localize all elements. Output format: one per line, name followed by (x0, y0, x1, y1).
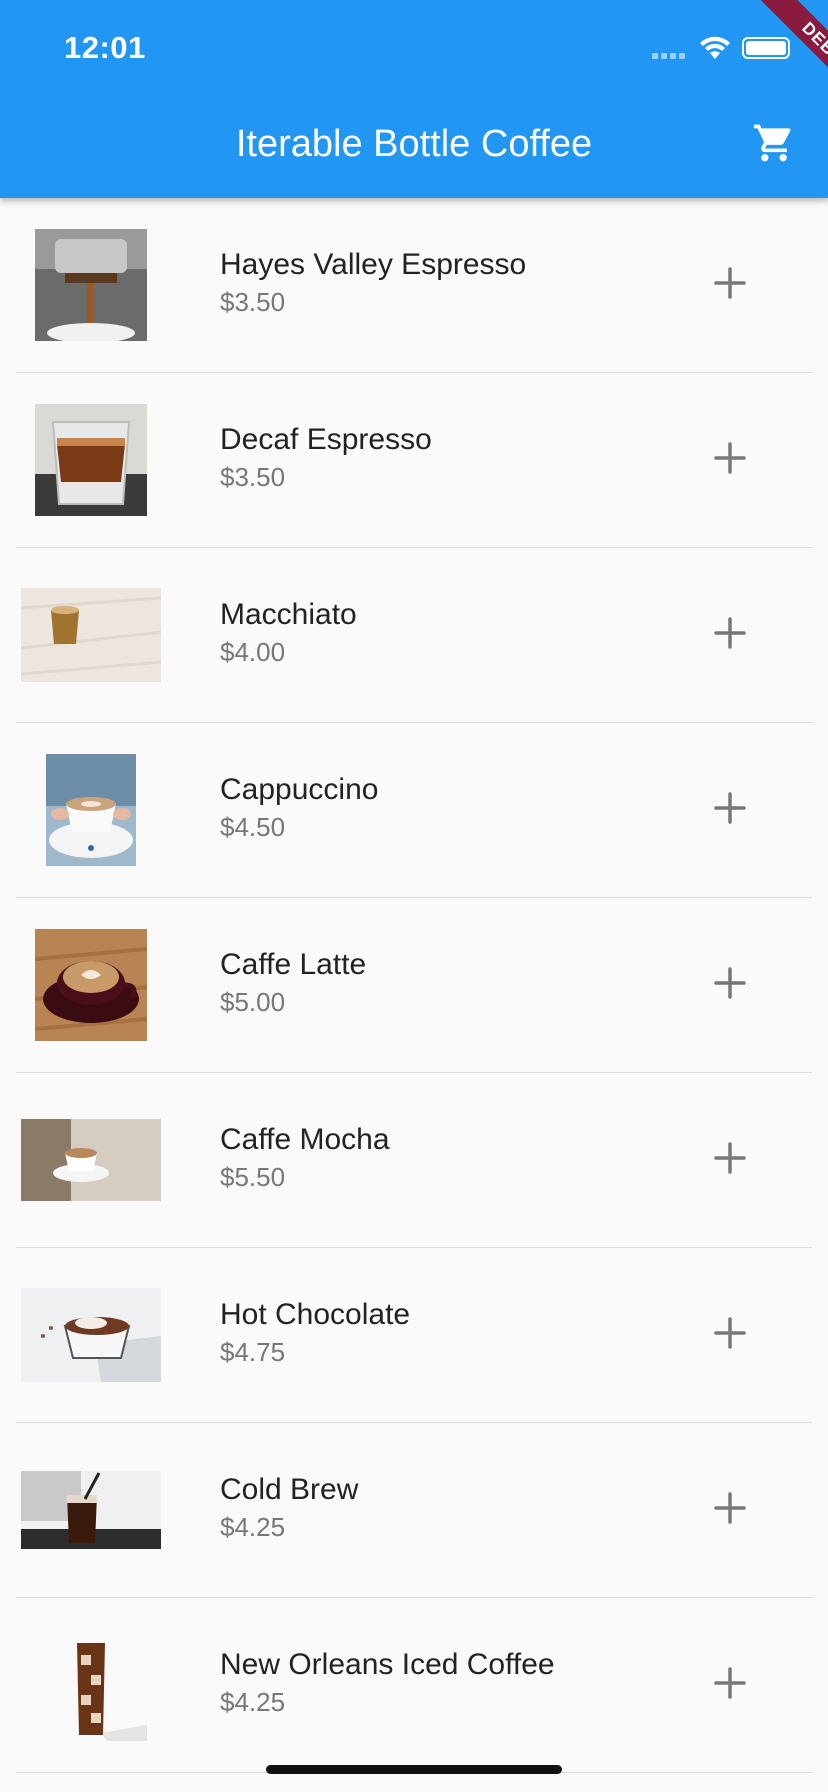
product-list: Hayes Valley Espresso $3.50 Decaf Espres… (0, 198, 828, 1773)
add-icon[interactable] (708, 786, 752, 830)
list-item[interactable]: Caffe Latte $5.00 (16, 898, 812, 1073)
product-name: Cold Brew (220, 1473, 359, 1506)
hot-chocolate-photo (21, 1288, 161, 1382)
product-image (16, 1423, 166, 1597)
caffe-latte-photo (35, 929, 147, 1041)
product-price: $5.00 (220, 987, 286, 1017)
product-image (16, 373, 166, 547)
battery-icon (742, 37, 790, 59)
product-price: $5.50 (220, 1162, 286, 1192)
list-item[interactable]: Caffe Mocha $5.50 (16, 1073, 812, 1248)
product-price: $4.75 (220, 1337, 286, 1367)
list-item[interactable]: Cold Brew $4.25 (16, 1423, 812, 1598)
product-price: $3.50 (220, 287, 286, 317)
list-item[interactable]: Hayes Valley Espresso $3.50 (16, 198, 812, 373)
status-time: 12:01 (64, 30, 146, 65)
home-indicator[interactable] (266, 1765, 562, 1774)
product-price: $4.25 (220, 1512, 286, 1542)
page-title: Iterable Bottle Coffee (235, 123, 593, 165)
decaf-espresso-photo (35, 404, 147, 516)
list-item[interactable]: New Orleans Iced Coffee $4.25 (16, 1598, 812, 1773)
debug-banner: DEBUG (748, 0, 828, 129)
product-image (16, 548, 166, 722)
cappuccino-photo (46, 754, 136, 866)
product-name: Cappuccino (220, 773, 379, 806)
list-item[interactable]: Macchiato $4.00 (16, 548, 812, 723)
list-item[interactable]: Hot Chocolate $4.75 (16, 1248, 812, 1423)
product-name: New Orleans Iced Coffee (220, 1648, 555, 1681)
add-icon[interactable] (708, 961, 752, 1005)
product-image (16, 1598, 166, 1772)
add-icon[interactable] (708, 1136, 752, 1180)
add-icon[interactable] (708, 436, 752, 480)
product-price: $4.00 (220, 637, 286, 667)
product-name: Hayes Valley Espresso (220, 248, 527, 281)
product-price: $4.50 (220, 812, 286, 842)
cart-icon[interactable] (752, 121, 796, 165)
product-name: Hot Chocolate (220, 1298, 411, 1331)
product-image (16, 198, 166, 372)
product-image (16, 1248, 166, 1422)
wifi-icon (700, 36, 730, 59)
add-icon[interactable] (708, 1661, 752, 1705)
product-image (16, 898, 166, 1072)
add-icon[interactable] (708, 611, 752, 655)
product-name: Caffe Latte (220, 948, 367, 981)
signal-icon (652, 53, 685, 59)
caffe-mocha-photo (21, 1119, 161, 1201)
product-name: Decaf Espresso (220, 423, 432, 456)
product-price: $3.50 (220, 462, 286, 492)
product-name: Caffe Mocha (220, 1123, 390, 1156)
add-icon[interactable] (708, 1486, 752, 1530)
iced-coffee-photo (35, 1629, 147, 1741)
list-item[interactable]: Cappuccino $4.50 (16, 723, 812, 898)
espresso-photo (35, 229, 147, 341)
product-image (16, 1073, 166, 1247)
list-item[interactable]: Decaf Espresso $3.50 (16, 373, 812, 548)
product-name: Macchiato (220, 598, 357, 631)
app-bar: 12:01 Iterable Bottle Coffee DEBUG (0, 0, 828, 198)
product-price: $4.25 (220, 1687, 286, 1717)
add-icon[interactable] (708, 1311, 752, 1355)
product-image (16, 723, 166, 897)
add-icon[interactable] (708, 261, 752, 305)
cold-brew-photo (21, 1471, 161, 1549)
macchiato-photo (21, 588, 161, 682)
